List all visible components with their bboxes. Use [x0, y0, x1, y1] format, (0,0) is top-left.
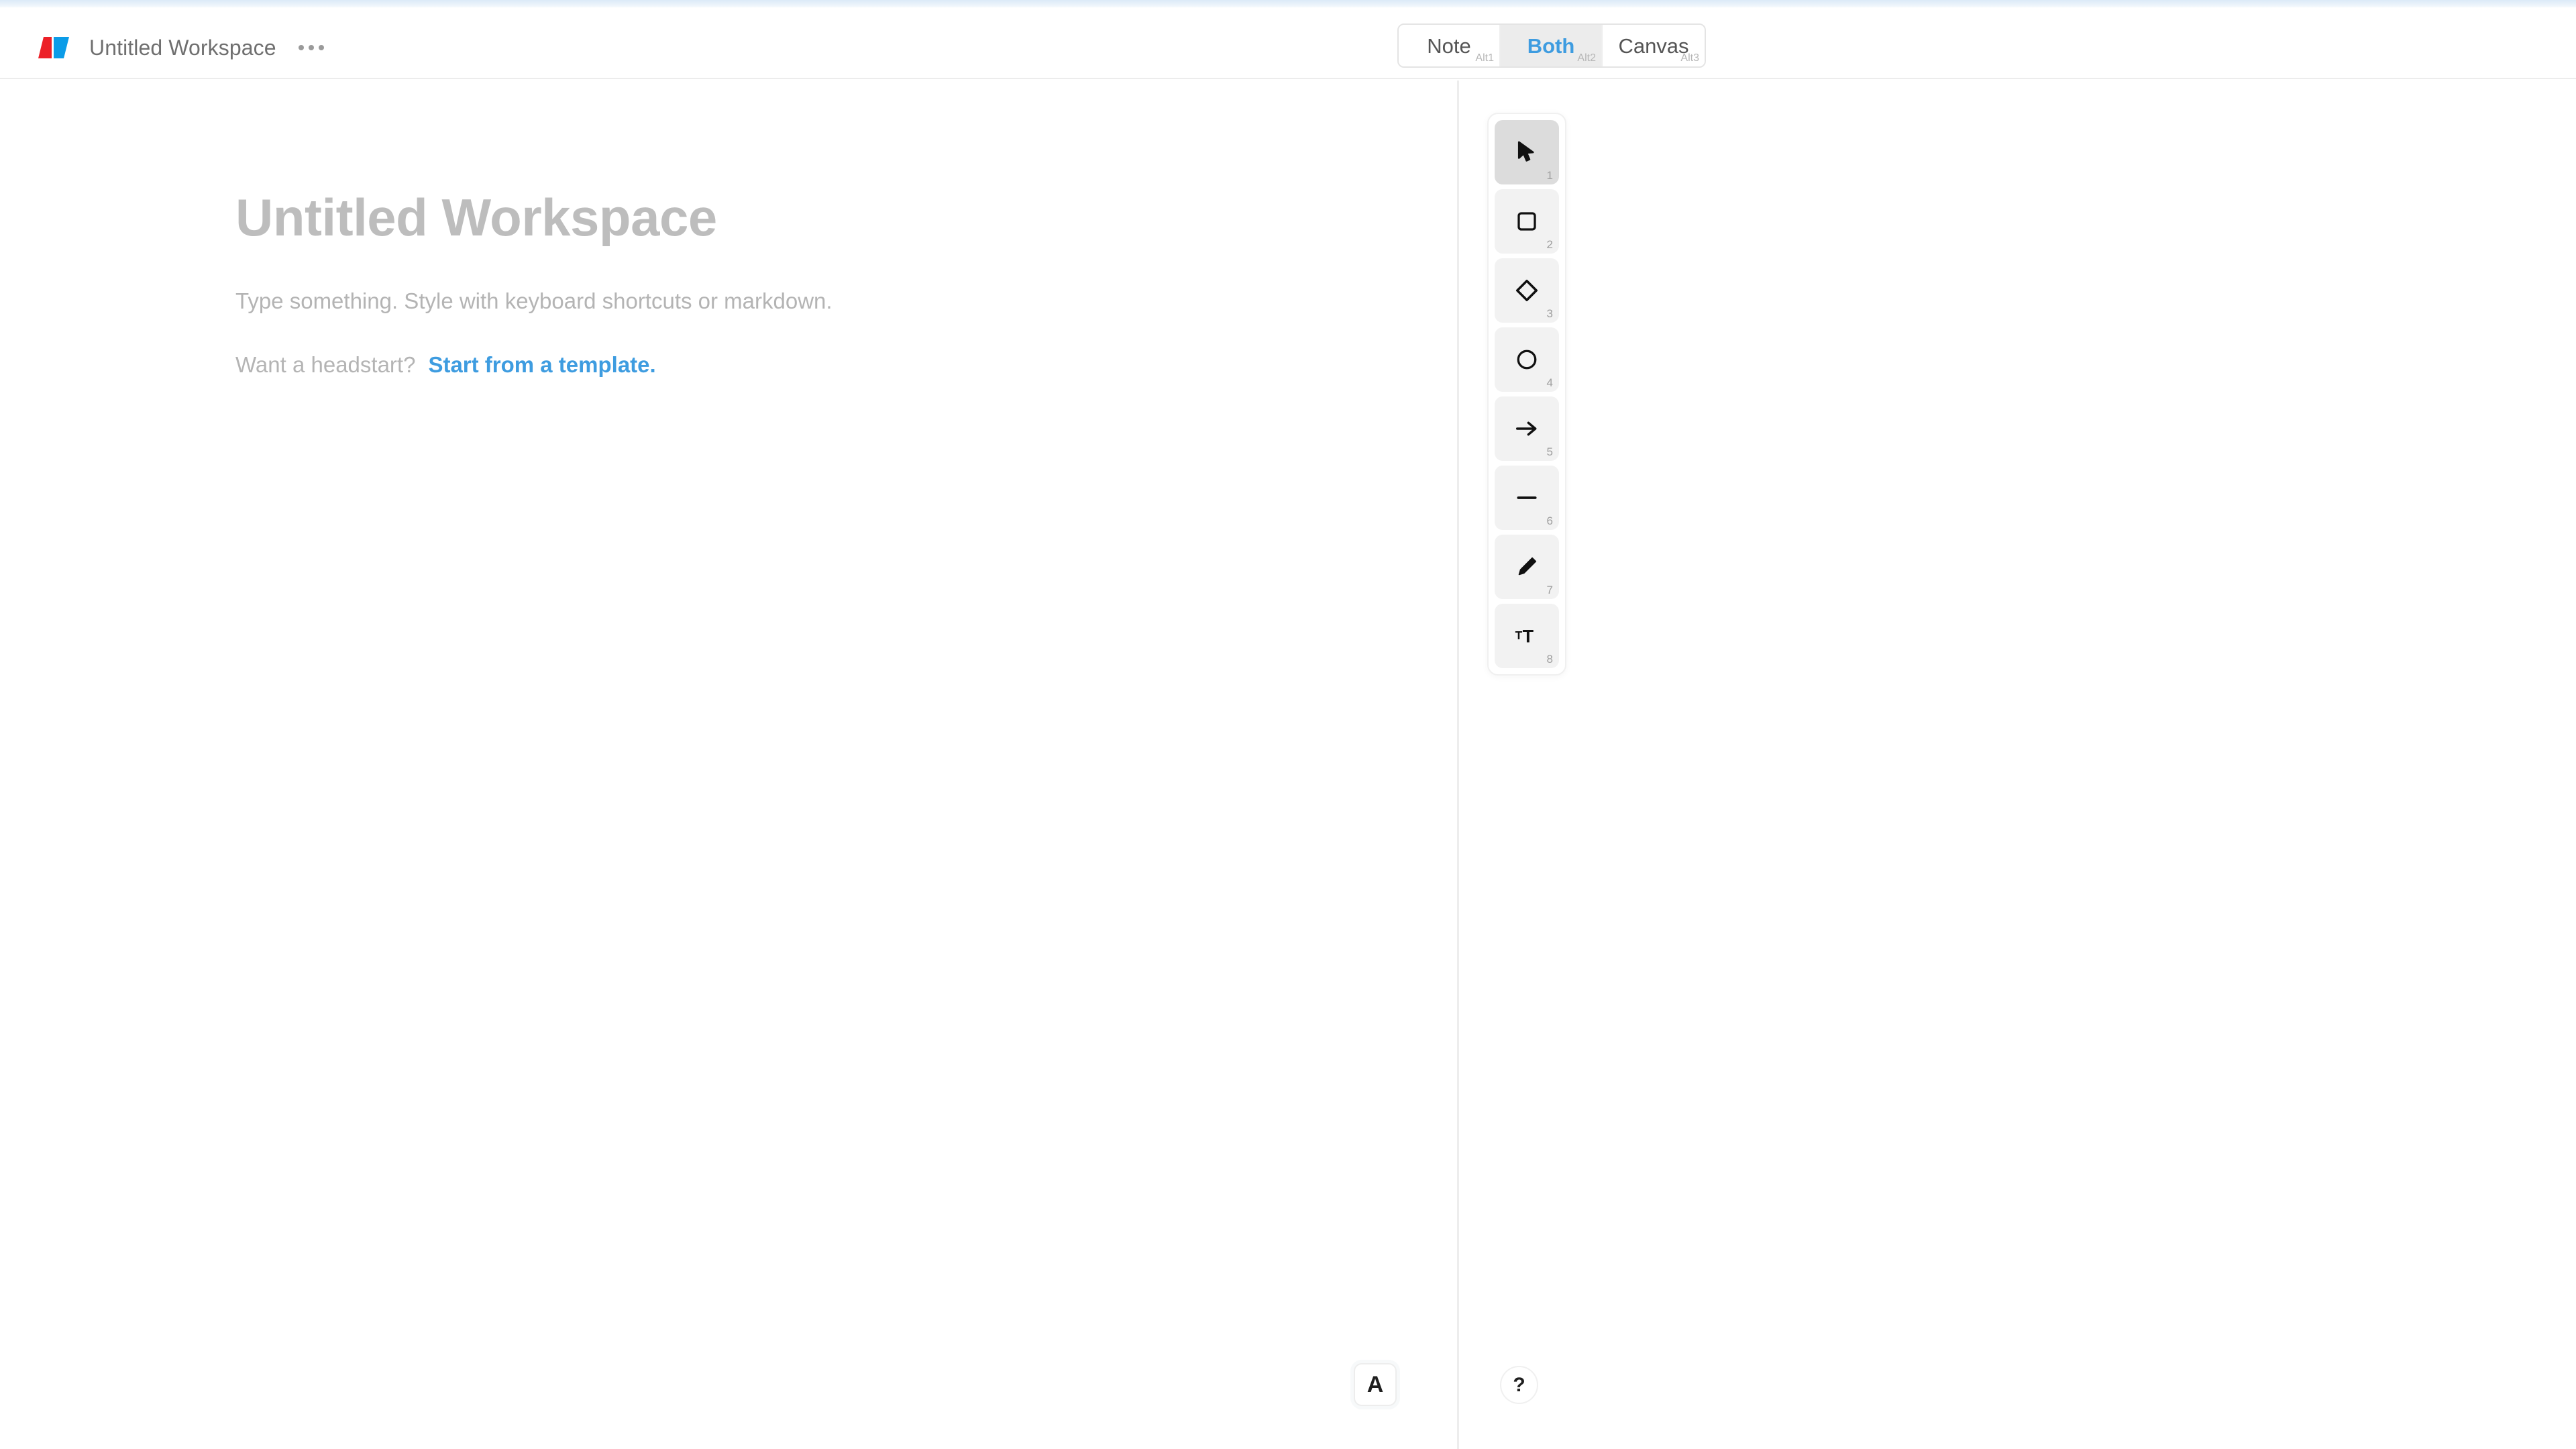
diamond-icon: [1514, 278, 1540, 303]
note-editor-pane[interactable]: Untitled Workspace Type something. Style…: [0, 80, 1457, 1449]
workspace-logo-icon: [33, 34, 72, 61]
svg-text:T: T: [1515, 629, 1523, 642]
selection-tool[interactable]: 1: [1495, 120, 1559, 184]
draw-tool[interactable]: 7: [1495, 535, 1559, 599]
line-tool-key: 6: [1546, 515, 1553, 527]
drawing-toolbar: 1 2 3 4 5 6 7 T T 8: [1487, 113, 1566, 676]
arrow-tool-key: 5: [1546, 445, 1553, 458]
view-mode-note-shortcut: Alt1: [1475, 52, 1494, 64]
workspace-title[interactable]: Untitled Workspace: [89, 34, 276, 61]
line-tool[interactable]: 6: [1495, 466, 1559, 530]
diamond-tool-key: 3: [1546, 307, 1553, 320]
help-button[interactable]: ?: [1500, 1366, 1538, 1404]
window-accent-strip: [0, 0, 2576, 7]
text-tool-key: 8: [1546, 653, 1553, 665]
view-mode-canvas-label: Canvas: [1618, 34, 1689, 58]
svg-text:T: T: [1523, 627, 1534, 647]
selection-tool-key: 1: [1546, 169, 1553, 182]
ellipse-tool-key: 4: [1546, 376, 1553, 389]
app-header: Untitled Workspace Note Alt1 Both Alt2 C…: [0, 7, 2576, 79]
draw-tool-key: 7: [1546, 584, 1553, 596]
ellipse-tool[interactable]: 4: [1495, 327, 1559, 392]
rectangle-tool-key: 2: [1546, 238, 1553, 251]
cursor-icon: [1513, 139, 1540, 166]
square-icon: [1515, 209, 1539, 233]
brand-area: Untitled Workspace: [33, 34, 329, 61]
arrow-tool[interactable]: 5: [1495, 396, 1559, 461]
view-mode-note-label: Note: [1427, 34, 1471, 58]
note-title-placeholder[interactable]: Untitled Workspace: [235, 188, 717, 248]
canvas-pane[interactable]: Select a drawing tool. Start drawing any…: [1459, 80, 2576, 1449]
font-size-button[interactable]: A: [1354, 1363, 1397, 1406]
view-mode-note[interactable]: Note Alt1: [1399, 25, 1501, 66]
text-size-icon: T T: [1514, 623, 1540, 649]
rectangle-tool[interactable]: 2: [1495, 189, 1559, 254]
circle-icon: [1515, 347, 1539, 372]
note-template-prompt: Want a headstart? Start from a template.: [235, 352, 656, 378]
view-mode-both[interactable]: Both Alt2: [1501, 25, 1603, 66]
view-mode-both-shortcut: Alt2: [1577, 52, 1596, 64]
note-template-link[interactable]: Start from a template.: [428, 352, 655, 378]
view-mode-both-label: Both: [1527, 34, 1575, 58]
text-tool[interactable]: T T 8: [1495, 604, 1559, 668]
note-template-prompt-text: Want a headstart?: [235, 352, 416, 377]
view-mode-switch[interactable]: Note Alt1 Both Alt2 Canvas Alt3: [1397, 23, 1706, 68]
pencil-icon: [1515, 555, 1539, 579]
view-mode-canvas-shortcut: Alt3: [1680, 52, 1699, 64]
note-body-placeholder[interactable]: Type something. Style with keyboard shor…: [235, 288, 833, 314]
line-icon: [1514, 485, 1540, 511]
diamond-tool[interactable]: 3: [1495, 258, 1559, 323]
view-mode-canvas[interactable]: Canvas Alt3: [1603, 25, 1705, 66]
arrow-icon: [1514, 416, 1540, 441]
ellipsis-icon[interactable]: [294, 34, 329, 61]
